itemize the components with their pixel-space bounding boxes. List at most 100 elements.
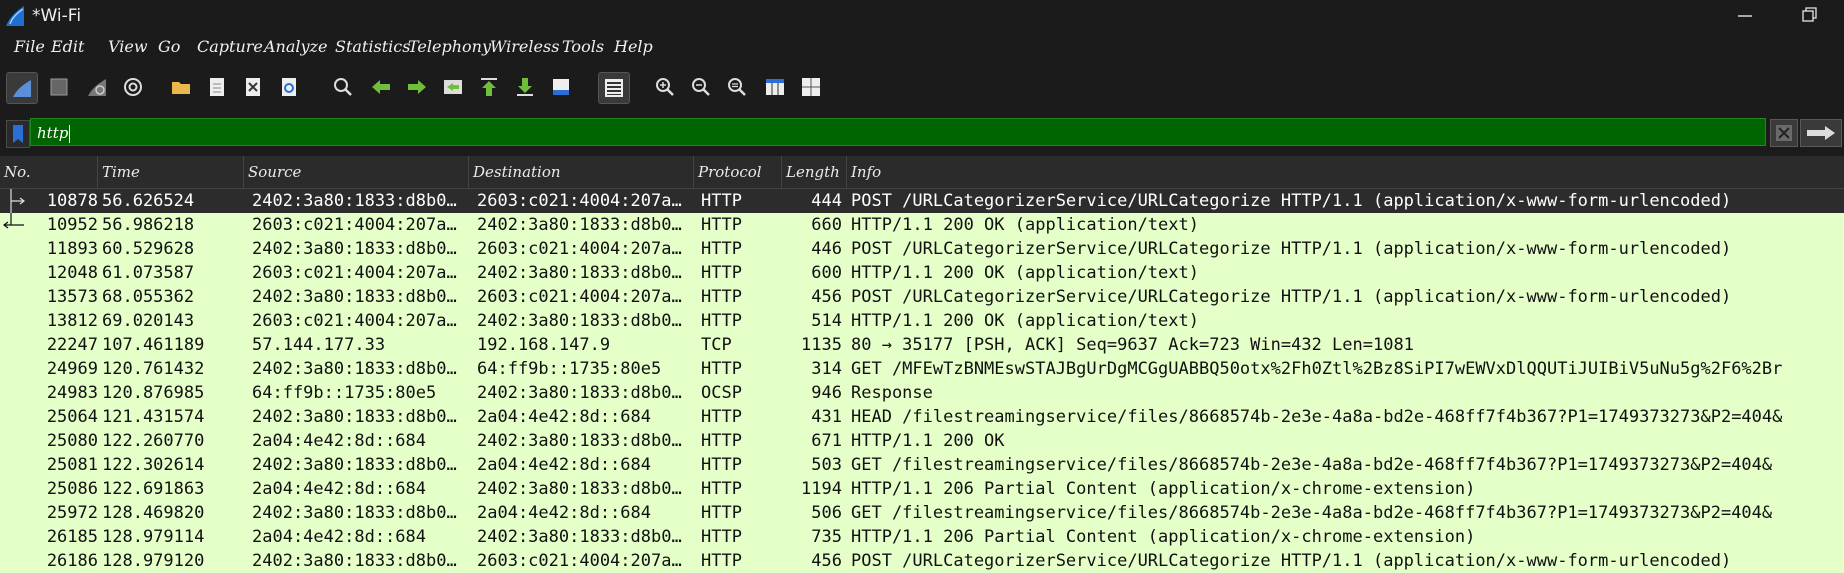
packet-row[interactable]: 25086 122.691863 2a04:4e42:8d::684 2402:… <box>0 477 1844 501</box>
packet-row[interactable]: 25080 122.260770 2a04:4e42:8d::684 2402:… <box>0 429 1844 453</box>
menu-help[interactable]: Help <box>614 37 653 56</box>
packet-row[interactable]: 25972 128.469820 2402:3a80:1833:d8b0… 2a… <box>0 501 1844 525</box>
packet-row[interactable]: 22247 107.461189 57.144.177.33 192.168.1… <box>0 333 1844 357</box>
last-packet-button[interactable] <box>510 72 540 102</box>
column-header-time[interactable]: Time <box>98 156 244 188</box>
title-bar: *Wi-Fi <box>0 0 1844 34</box>
display-filter-bar: http <box>0 116 1844 150</box>
zoom-in-button[interactable] <box>650 72 680 102</box>
wireshark-fin-icon <box>6 6 24 26</box>
cell-time: 60.529628 <box>102 239 195 259</box>
menu-telephony[interactable]: Telephony <box>408 37 491 56</box>
cell-source: 2402:3a80:1833:d8b0… <box>252 287 457 307</box>
resize-columns-button[interactable] <box>760 72 790 102</box>
column-header-protocol[interactable]: Protocol <box>694 156 782 188</box>
menu-file[interactable]: File <box>14 37 45 56</box>
go-back-button[interactable] <box>366 72 396 102</box>
cell-info: HTTP/1.1 206 Partial Content (applicatio… <box>851 479 1476 499</box>
menu-statistics[interactable]: Statistics <box>335 37 410 56</box>
go-to-packet-button[interactable] <box>438 72 468 102</box>
restore-icon[interactable] <box>1794 2 1824 30</box>
normal-size-button[interactable] <box>722 72 752 102</box>
main-toolbar <box>0 70 1844 106</box>
cell-protocol: OCSP <box>701 383 742 403</box>
cell-source: 2603:c021:4004:207a… <box>252 263 457 283</box>
cell-destination: 2402:3a80:1833:d8b0… <box>477 527 682 547</box>
cell-protocol: HTTP <box>701 287 742 307</box>
reload-file-button[interactable] <box>274 72 304 102</box>
menu-capture[interactable]: Capture <box>197 37 263 56</box>
find-packet-button[interactable] <box>328 72 358 102</box>
capture-options-button[interactable] <box>118 72 148 102</box>
auto-scroll-button[interactable] <box>546 72 576 102</box>
cell-source: 2402:3a80:1833:d8b0… <box>252 551 457 571</box>
cell-time: 122.302614 <box>102 455 205 475</box>
packet-row[interactable]: 24969 120.761432 2402:3a80:1833:d8b0… 64… <box>0 357 1844 381</box>
cell-time: 69.020143 <box>102 311 195 331</box>
menu-view[interactable]: View <box>108 37 148 56</box>
cell-destination: 64:ff9b::1735:80e5 <box>477 359 662 379</box>
packet-row[interactable]: 13812 69.020143 2603:c021:4004:207a… 240… <box>0 309 1844 333</box>
packet-row[interactable]: 26185 128.979114 2a04:4e42:8d::684 2402:… <box>0 525 1844 549</box>
stop-icon <box>50 78 68 96</box>
start-capture-button[interactable] <box>6 72 38 104</box>
filter-bookmark-button[interactable] <box>6 120 30 148</box>
save-file-button[interactable] <box>202 72 232 102</box>
packet-row[interactable]: 24983 120.876985 64:ff9b::1735:80e5 2402… <box>0 381 1844 405</box>
cell-length: 446 <box>811 239 842 259</box>
packet-row[interactable]: 11893 60.529628 2402:3a80:1833:d8b0… 260… <box>0 237 1844 261</box>
cell-info: HTTP/1.1 206 Partial Content (applicatio… <box>851 527 1476 547</box>
cell-time: 107.461189 <box>102 335 205 355</box>
go-forward-button[interactable] <box>402 72 432 102</box>
cell-info: HTTP/1.1 200 OK (application/text) <box>851 215 1199 235</box>
menu-analyze[interactable]: Analyze <box>264 37 327 56</box>
colorize-button[interactable] <box>598 72 630 104</box>
packet-row[interactable]: 12048 61.073587 2603:c021:4004:207a… 240… <box>0 261 1844 285</box>
packet-row[interactable]: 13573 68.055362 2402:3a80:1833:d8b0… 260… <box>0 285 1844 309</box>
open-file-button[interactable] <box>166 72 196 102</box>
column-header-source[interactable]: Source <box>244 156 469 188</box>
cell-no: 25972 <box>46 503 98 523</box>
cell-time: 56.626524 <box>102 191 195 211</box>
close-file-button[interactable] <box>238 72 268 102</box>
column-header-info[interactable]: Info <box>847 156 1844 188</box>
clear-x-icon <box>1776 125 1792 141</box>
shark-fin-icon <box>13 80 31 97</box>
packet-row[interactable]: 25081 122.302614 2402:3a80:1833:d8b0… 2a… <box>0 453 1844 477</box>
apply-filter-button[interactable] <box>1800 119 1842 147</box>
packet-row[interactable]: 26186 128.979120 2402:3a80:1833:d8b0… 26… <box>0 549 1844 573</box>
menu-go[interactable]: Go <box>158 37 180 56</box>
cell-length: 456 <box>811 551 842 571</box>
cell-length: 946 <box>811 383 842 403</box>
restart-capture-button[interactable] <box>82 72 112 102</box>
menu-edit[interactable]: Edit <box>51 37 84 56</box>
menu-tools[interactable]: Tools <box>562 37 604 56</box>
cell-time: 128.979120 <box>102 551 205 571</box>
cell-no: 25064 <box>46 407 98 427</box>
filter-text: http <box>37 124 69 142</box>
zoom-out-button[interactable] <box>686 72 716 102</box>
auto-scroll-icon <box>553 79 569 95</box>
restart-fin-icon <box>88 79 106 96</box>
display-filter-input[interactable]: http <box>30 118 1766 146</box>
packet-row[interactable]: 10878 56.626524 2402:3a80:1833:d8b0… 260… <box>0 189 1844 213</box>
column-header-length[interactable]: Length <box>782 156 847 188</box>
cell-source: 2402:3a80:1833:d8b0… <box>252 239 457 259</box>
first-packet-button[interactable] <box>474 72 504 102</box>
column-header-no[interactable]: No. <box>0 156 98 188</box>
cell-info: HTTP/1.1 200 OK (application/text) <box>851 311 1199 331</box>
packet-list-header: No. Time Source Destination Protocol Len… <box>0 156 1844 189</box>
minimize-icon[interactable] <box>1730 2 1760 30</box>
layout-button[interactable] <box>796 72 826 102</box>
cell-destination: 2402:3a80:1833:d8b0… <box>477 383 682 403</box>
cell-source: 64:ff9b::1735:80e5 <box>252 383 437 403</box>
column-header-destination[interactable]: Destination <box>469 156 694 188</box>
clear-filter-button[interactable] <box>1770 119 1798 147</box>
cell-time: 120.876985 <box>102 383 205 403</box>
packet-row[interactable]: 25064 121.431574 2402:3a80:1833:d8b0… 2a… <box>0 405 1844 429</box>
stop-capture-button[interactable] <box>44 72 74 102</box>
packet-row[interactable]: 10952 56.986218 2603:c021:4004:207a… 240… <box>0 213 1844 237</box>
cell-info: HEAD /filestreamingservice/files/8668574… <box>851 407 1783 427</box>
cell-no: 22247 <box>46 335 98 355</box>
menu-wireless[interactable]: Wireless <box>490 37 559 56</box>
